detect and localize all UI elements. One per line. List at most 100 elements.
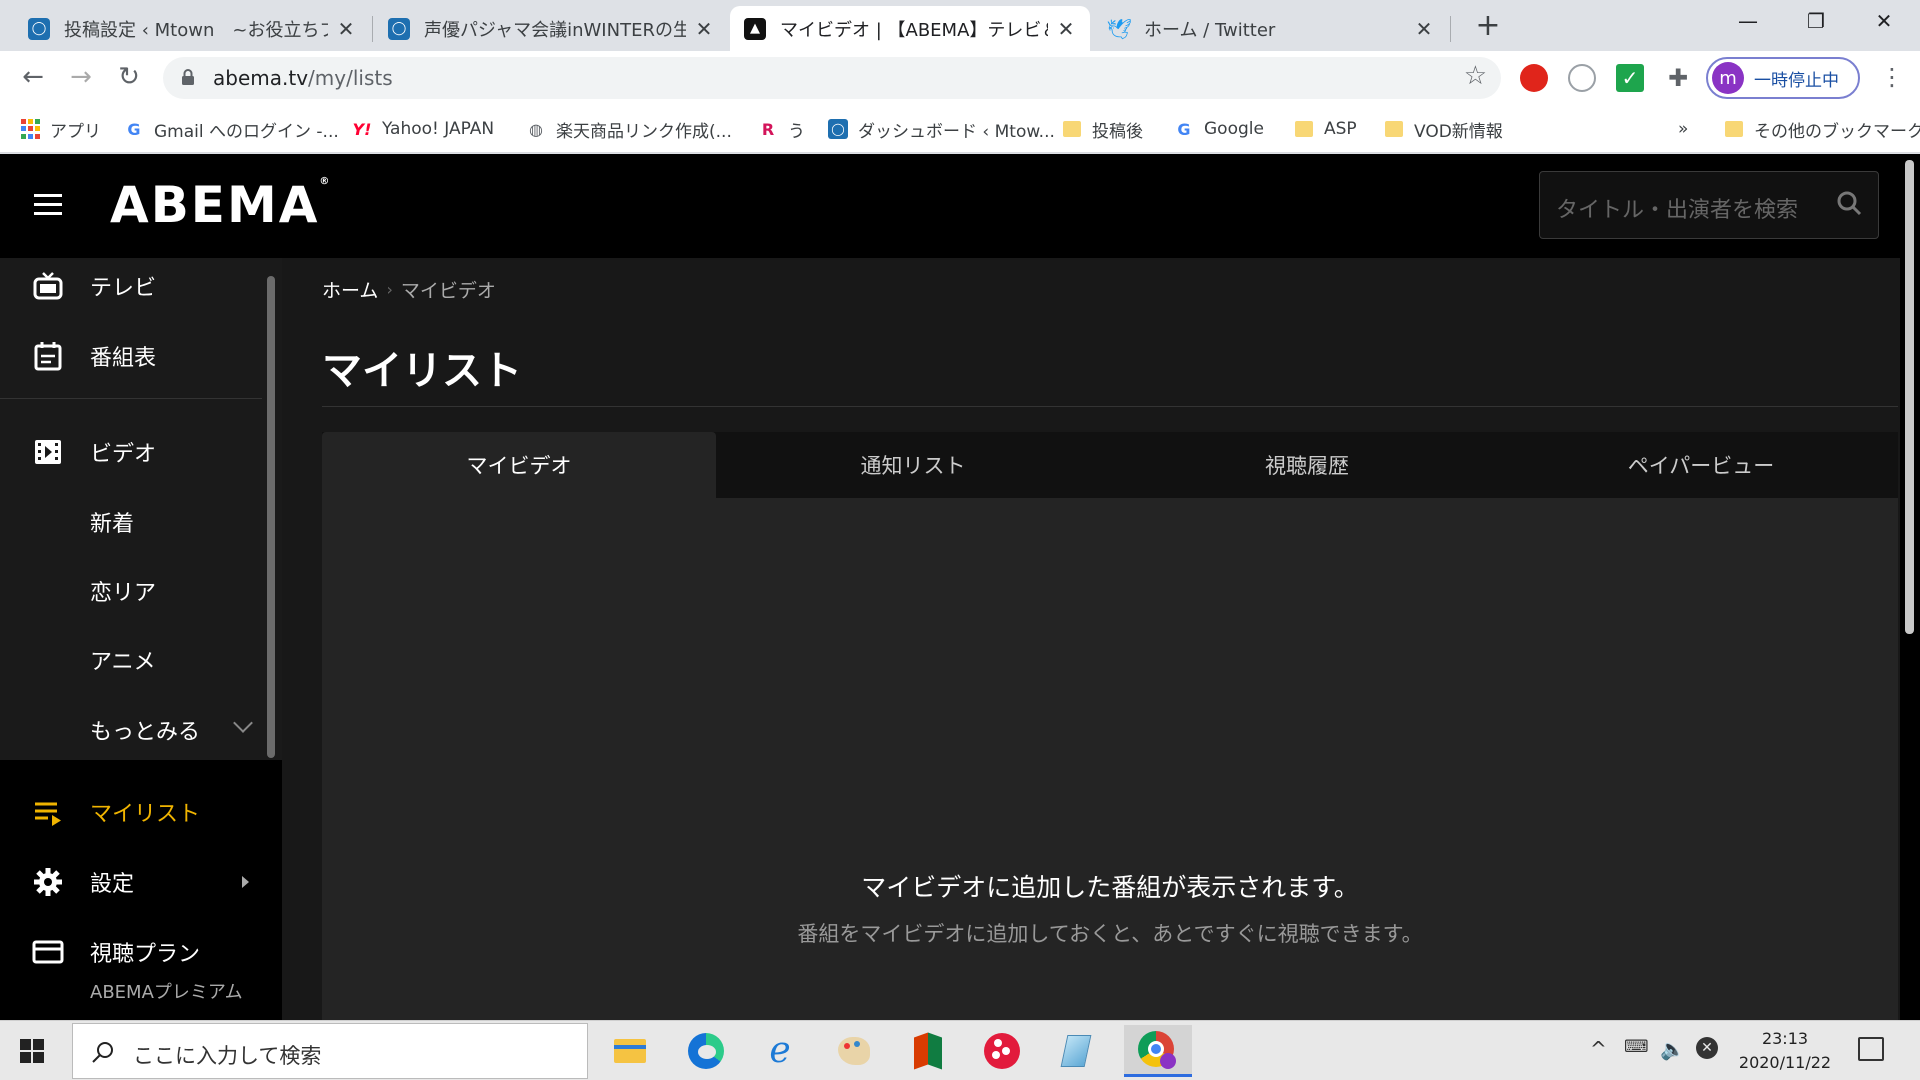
breadcrumb-current: マイビデオ bbox=[400, 280, 496, 302]
lock-icon bbox=[182, 69, 194, 85]
close-icon[interactable]: ✕ bbox=[694, 17, 714, 41]
abema-page: ABEMA® タイトル・出演者を検索 テレビ 番組表 ビデオ 新着 恋リア アニ… bbox=[0, 154, 1920, 1020]
minimize-icon[interactable]: — bbox=[1716, 0, 1780, 44]
chevron-up-icon[interactable]: ^ bbox=[1590, 1037, 1607, 1061]
bookmark-label: その他のブックマーク bbox=[1754, 121, 1920, 142]
sidebar-divider bbox=[0, 398, 262, 399]
volume-icon[interactable]: 🔈 bbox=[1660, 1037, 1685, 1061]
bookmark-label: ASP bbox=[1324, 119, 1357, 139]
new-tab-button[interactable]: + bbox=[1470, 9, 1506, 45]
tab-watch-history[interactable]: 視聴履歴 bbox=[1110, 432, 1504, 498]
tab-title: 声優パジャマ会議inWINTERの生配 bbox=[424, 19, 686, 41]
bookmark-label: 楽天商品リンク作成(... bbox=[556, 121, 732, 142]
acrobat-extension-icon[interactable] bbox=[1520, 64, 1548, 92]
checkmark-extension-icon[interactable]: ✓ bbox=[1616, 64, 1644, 92]
search-input[interactable]: タイトル・出演者を検索 bbox=[1539, 171, 1879, 239]
sidebar-item-settings[interactable]: 設定 bbox=[0, 854, 270, 910]
bookmark-yahoo[interactable]: Y! Yahoo! JAPAN bbox=[352, 116, 495, 142]
network-error-icon[interactable]: ✕ bbox=[1696, 1037, 1718, 1059]
tab-notification-list[interactable]: 通知リスト bbox=[716, 432, 1110, 498]
url-host: abema.tv bbox=[213, 66, 309, 90]
sidebar-item-new[interactable]: 新着 bbox=[0, 494, 270, 550]
sidebar-item-tv[interactable]: テレビ bbox=[0, 258, 270, 314]
bookmark-u[interactable]: R う bbox=[758, 116, 805, 142]
chrome-taskbar-icon[interactable] bbox=[1124, 1025, 1192, 1077]
browser-tab-1[interactable]: ◯ 投稿設定 ‹ Mtown ~お役立ちブロ ✕ bbox=[14, 6, 370, 51]
profile-status: 一時停止中 bbox=[1754, 70, 1839, 91]
hamburger-menu-icon[interactable] bbox=[34, 194, 62, 216]
bookmark-folder-asp[interactable]: ASP bbox=[1294, 116, 1357, 142]
internet-explorer-icon[interactable]: e bbox=[758, 1029, 802, 1073]
sidebar-item-label: 恋リア bbox=[90, 581, 157, 606]
office-app-icon[interactable] bbox=[906, 1029, 950, 1073]
taskbar-search-input[interactable]: ここに入力して検索 bbox=[72, 1023, 588, 1079]
bookmark-folder-vod[interactable]: VOD新情報 bbox=[1384, 116, 1503, 142]
page-title: マイリスト bbox=[322, 348, 522, 394]
bookmark-apps[interactable]: アプリ bbox=[20, 116, 101, 142]
sidebar-item-plan[interactable]: 視聴プラン bbox=[0, 924, 270, 980]
mylist-tabs: マイビデオ 通知リスト 視聴履歴 ペイパービュー bbox=[322, 432, 1898, 498]
sidebar-upper-section: テレビ 番組表 ビデオ 新着 恋リア アニメ もっとみる bbox=[0, 258, 282, 760]
back-icon[interactable]: ← bbox=[14, 59, 52, 97]
browser-tab-3[interactable]: ▲ マイビデオ | 【ABEMA】テレビ＆ビデオ ✕ bbox=[730, 6, 1090, 51]
sidebar-item-schedule[interactable]: 番組表 bbox=[0, 328, 270, 384]
browser-tab-4[interactable]: 🕊 ホーム / Twitter ✕ bbox=[1094, 6, 1448, 51]
sidebar-item-video[interactable]: ビデオ bbox=[0, 424, 270, 480]
bookmark-folder-toukougo[interactable]: 投稿後 bbox=[1062, 116, 1143, 142]
bookmarks-bar: アプリ G Gmail へのログイン -... Y! Yahoo! JAPAN … bbox=[0, 105, 1920, 153]
bookmark-dashboard[interactable]: ◯ ダッシュボード ‹ Mtow... bbox=[828, 116, 1055, 142]
page-scrollbar[interactable] bbox=[1900, 154, 1920, 1020]
search-icon bbox=[92, 1042, 113, 1063]
bookmark-rakuten-link[interactable]: ◍ 楽天商品リンク作成(... bbox=[526, 116, 732, 142]
extensions-puzzle-icon[interactable]: ✚ bbox=[1664, 64, 1692, 92]
photo-app-icon[interactable] bbox=[980, 1029, 1024, 1073]
scrollbar-thumb[interactable] bbox=[1905, 160, 1914, 634]
abema-logo[interactable]: ABEMA® bbox=[110, 176, 331, 234]
mylist-icon bbox=[35, 802, 61, 826]
tv-icon bbox=[33, 272, 63, 300]
forward-icon[interactable]: → bbox=[62, 59, 100, 97]
sidebar-item-anime[interactable]: アニメ bbox=[0, 632, 270, 688]
google-g-icon: G bbox=[1177, 119, 1191, 139]
tab-pay-per-view[interactable]: ペイパービュー bbox=[1504, 432, 1898, 498]
menu-kebab-icon[interactable]: ⋮ bbox=[1880, 63, 1904, 91]
browser-tab-2[interactable]: ◯ 声優パジャマ会議inWINTERの生配 ✕ bbox=[374, 6, 728, 51]
sidebar-scrollbar[interactable] bbox=[267, 276, 275, 758]
window-close-icon[interactable]: ✕ bbox=[1852, 0, 1916, 44]
bookmark-folder-other[interactable]: その他のブックマーク bbox=[1724, 116, 1920, 142]
notification-center-icon[interactable] bbox=[1858, 1037, 1884, 1061]
edge-browser-icon[interactable] bbox=[684, 1029, 728, 1073]
bookmarks-overflow-button[interactable]: » bbox=[1678, 116, 1688, 142]
search-icon[interactable] bbox=[1836, 190, 1862, 216]
sidebar-item-romance-reality[interactable]: 恋リア bbox=[0, 563, 270, 619]
browser-toolbar: ← → ↻ abema.tv/my/lists ☆ ✓ ✚ m 一時停止中 ⋮ bbox=[0, 51, 1920, 105]
sidebar-item-label: テレビ bbox=[90, 276, 157, 301]
bookmark-google[interactable]: G Google bbox=[1174, 116, 1264, 142]
restore-icon[interactable]: ❐ bbox=[1784, 0, 1848, 44]
tab-my-video[interactable]: マイビデオ bbox=[322, 432, 716, 498]
notepad-app-icon[interactable] bbox=[1054, 1029, 1098, 1073]
system-clock[interactable]: 23:13 2020/11/22 bbox=[1730, 1027, 1840, 1075]
ime-icon[interactable]: ⌨ bbox=[1624, 1037, 1649, 1057]
bookmark-gmail[interactable]: G Gmail へのログイン -... bbox=[124, 116, 338, 142]
folder-icon bbox=[1724, 119, 1744, 139]
sidebar-item-mylist[interactable]: マイリスト bbox=[0, 784, 270, 840]
windows-start-icon[interactable] bbox=[20, 1039, 44, 1063]
close-icon[interactable]: ✕ bbox=[1414, 17, 1434, 41]
address-bar[interactable]: abema.tv/my/lists ☆ bbox=[163, 57, 1501, 99]
file-explorer-icon[interactable] bbox=[608, 1029, 652, 1073]
headphones-extension-icon[interactable] bbox=[1568, 64, 1596, 92]
avatar: m bbox=[1712, 62, 1744, 94]
bookmark-star-icon[interactable]: ☆ bbox=[1464, 61, 1487, 91]
paint-icon[interactable] bbox=[832, 1029, 876, 1073]
url-text: abema.tv/my/lists bbox=[213, 66, 393, 90]
sidebar-item-label: マイリスト bbox=[90, 802, 201, 827]
breadcrumb-home-link[interactable]: ホーム bbox=[322, 276, 378, 303]
close-icon[interactable]: ✕ bbox=[336, 17, 356, 41]
tab-panel: マイビデオに追加した番組が表示されます。 番組をマイビデオに追加しておくと、あと… bbox=[322, 498, 1898, 1020]
sidebar-item-more[interactable]: もっとみる bbox=[0, 702, 270, 758]
reload-icon[interactable]: ↻ bbox=[110, 59, 148, 97]
sidebar-item-label: 視聴プラン bbox=[90, 942, 201, 967]
profile-button[interactable]: m 一時停止中 bbox=[1706, 57, 1860, 99]
close-icon[interactable]: ✕ bbox=[1056, 17, 1076, 41]
